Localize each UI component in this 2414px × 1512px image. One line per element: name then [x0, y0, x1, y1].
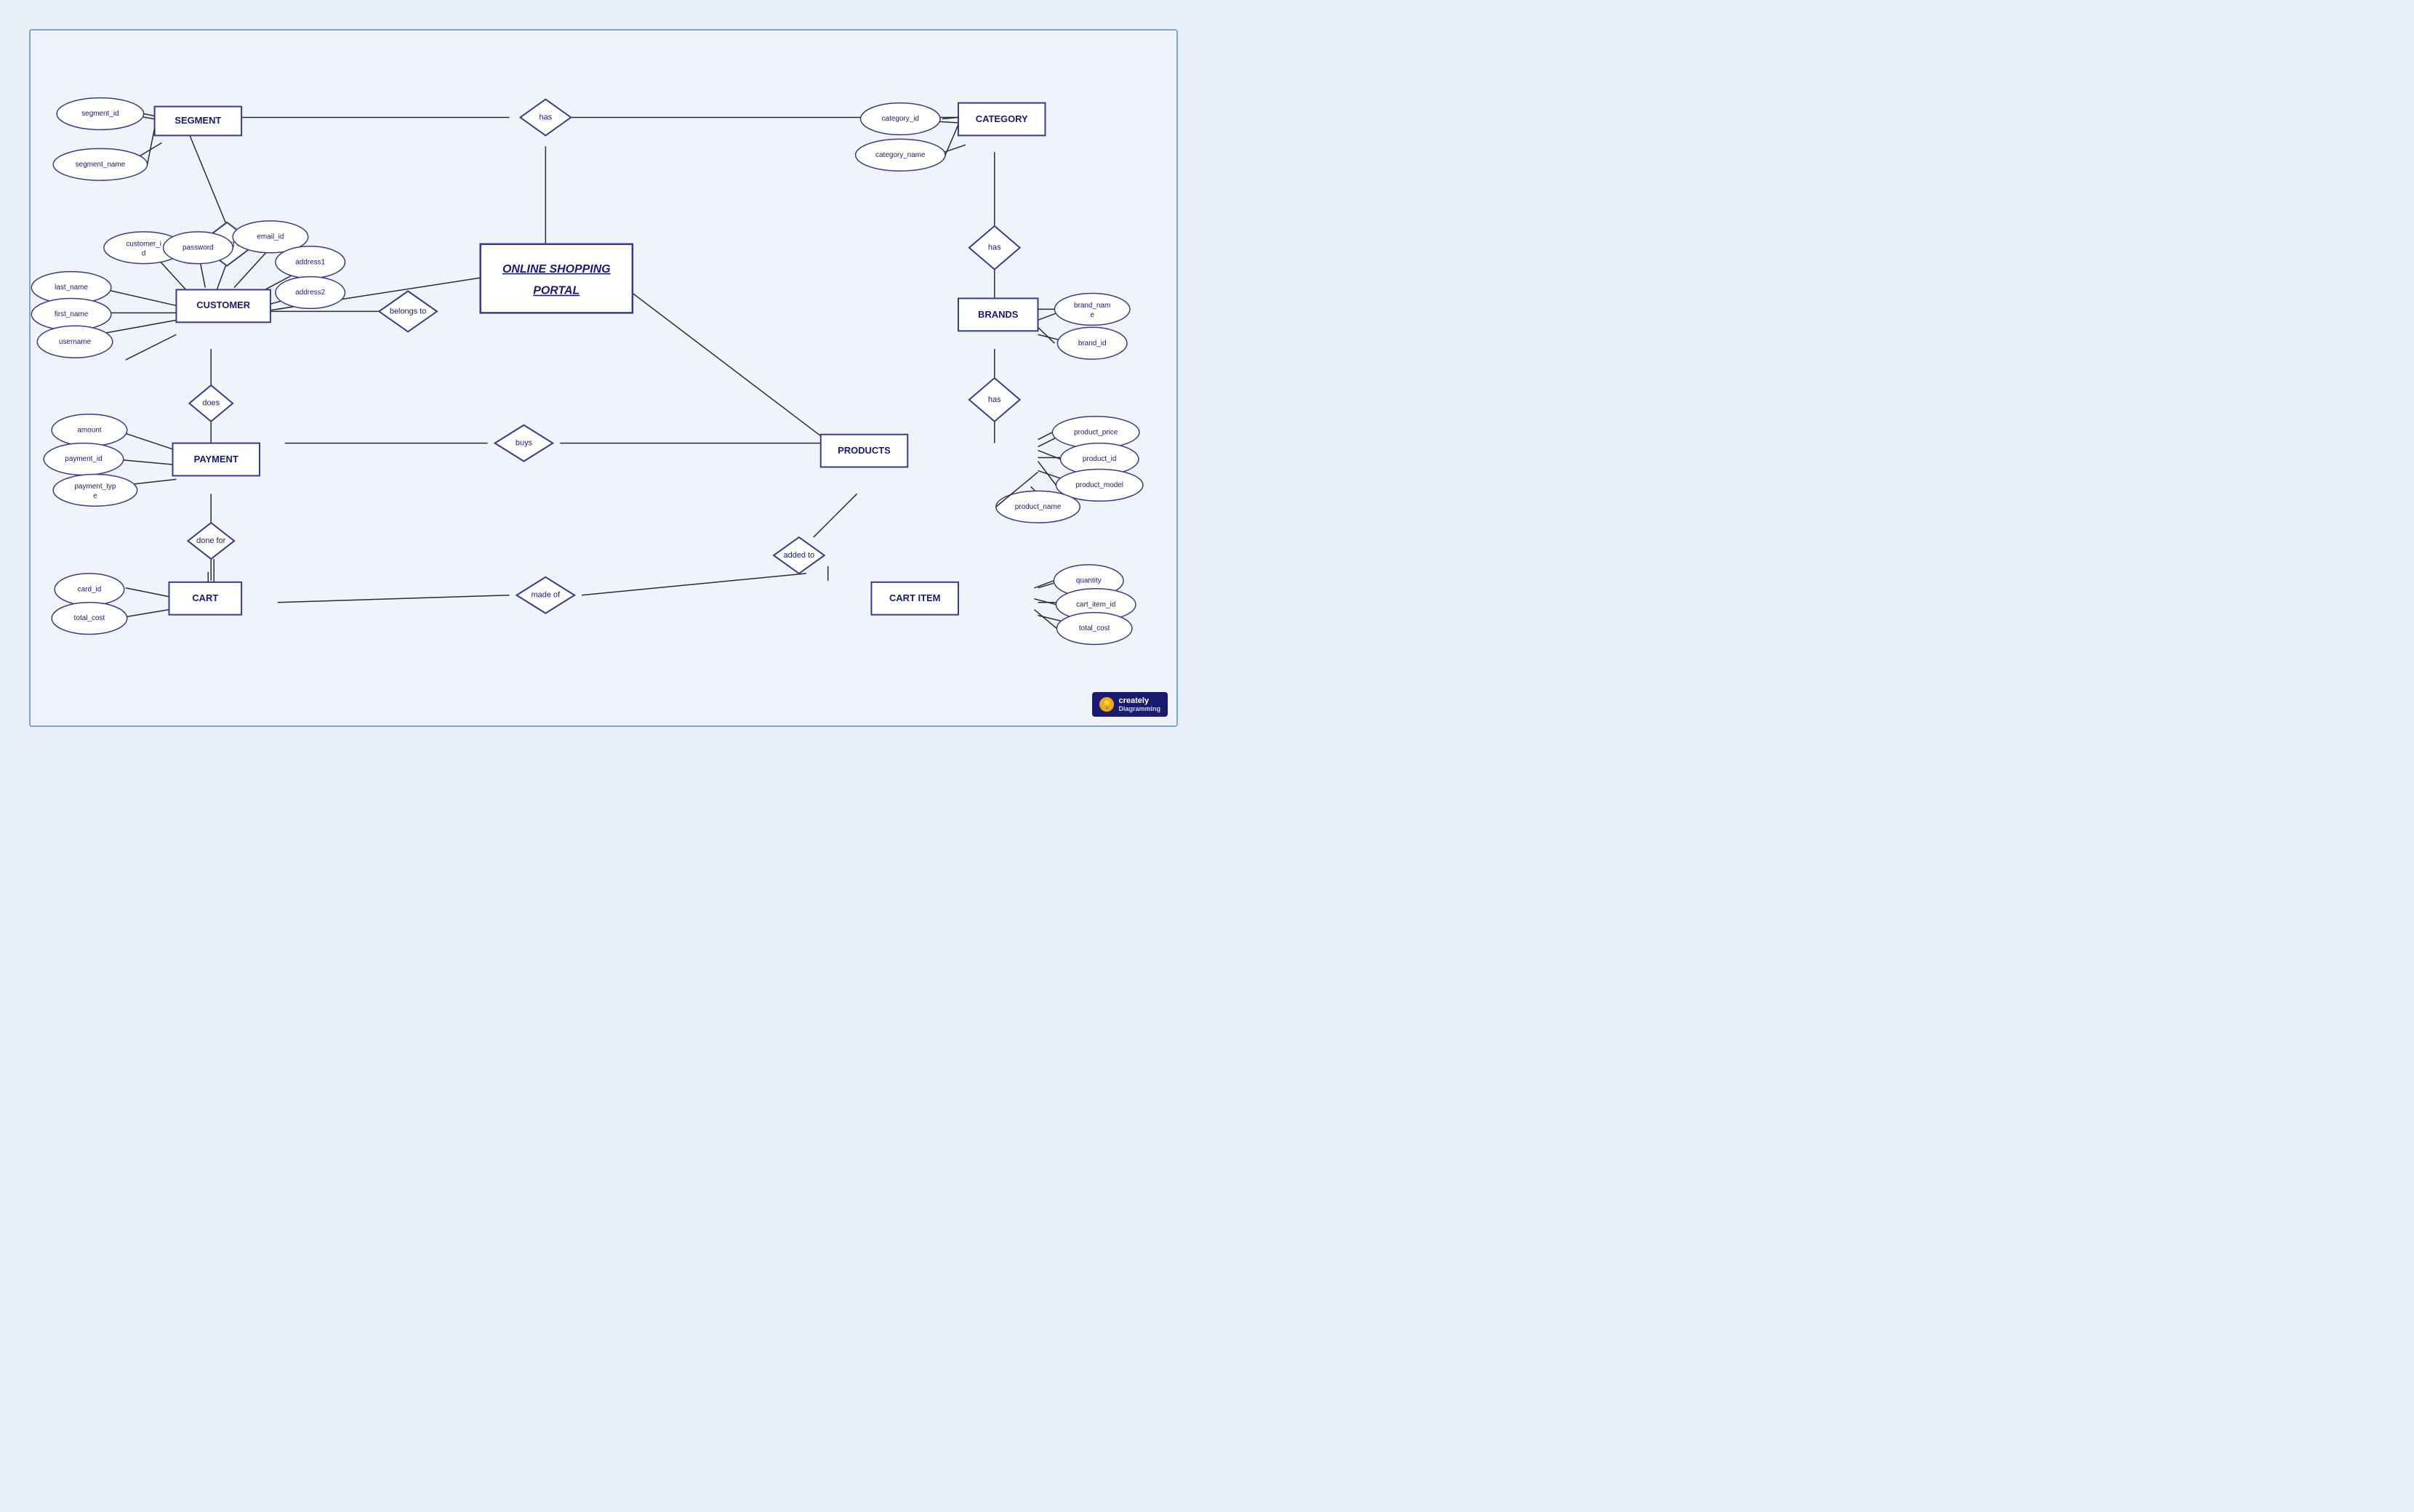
total-cost-cart-label: total_cost	[74, 614, 105, 622]
creately-logo: 💡 creately Diagramming	[1092, 692, 1168, 717]
cart-label: CART	[192, 592, 218, 603]
brand-id-label: brand_id	[1078, 339, 1107, 347]
category-label: CATEGORY	[976, 113, 1028, 124]
has-brands-label: has	[988, 244, 1001, 252]
belongs-to-label: belongs to	[390, 307, 426, 315]
payment-type-label: payment_typ	[74, 483, 116, 491]
central-label-2: PORTAL	[533, 285, 580, 297]
customer-label: CUSTOMER	[196, 299, 250, 310]
address2-label: address2	[295, 289, 325, 297]
product-model-label: product_model	[1075, 481, 1123, 489]
payment-label: PAYMENT	[194, 454, 238, 465]
made-of-label: made of	[532, 591, 561, 600]
added-to-label: added to	[784, 551, 815, 560]
amount-label: amount	[77, 426, 101, 434]
products-label: PRODUCTS	[838, 445, 891, 456]
quantity-label: quantity	[1076, 576, 1102, 584]
has-top-label: has	[540, 113, 553, 121]
username-label: username	[59, 338, 92, 346]
diagram-canvas: SEGMENT CUSTOMER PAYMENT CART CART ITEM …	[29, 29, 1178, 727]
central-entity	[481, 244, 633, 313]
card-id-label: card_id	[78, 585, 102, 593]
segment-id-label: segment_id	[81, 110, 119, 118]
has-products-label: has	[988, 395, 1001, 404]
category-name-label: category_name	[875, 151, 926, 159]
product-name-label: product_name	[1015, 503, 1062, 511]
customer-id-label: customer_i	[126, 240, 161, 248]
customer-id-label2: d	[142, 249, 146, 257]
category-id-label: category_id	[882, 115, 919, 123]
product-price-label: product_price	[1074, 428, 1118, 436]
buys-label: buys	[516, 439, 533, 448]
logo-brand: creately Diagramming	[1118, 696, 1160, 712]
does-label: does	[202, 399, 220, 408]
cart-item-id-label: cart_item_id	[1076, 600, 1115, 608]
central-label-1: ONLINE SHOPPING	[502, 263, 611, 276]
password-label: password	[183, 244, 214, 252]
last-name-label: last_name	[55, 284, 88, 291]
address1-label: address1	[295, 258, 325, 266]
first-name-label: first_name	[55, 310, 89, 318]
total-cost-item-label: total_cost	[1079, 624, 1110, 632]
product-id-label: product_id	[1083, 455, 1116, 463]
segment-label: SEGMENT	[175, 115, 221, 126]
brands-label: BRANDS	[978, 309, 1019, 320]
logo-icon: 💡	[1099, 697, 1114, 712]
brand-name-label2: e	[1090, 311, 1094, 319]
payment-id-label: payment_id	[65, 455, 102, 463]
email-id-label: email_id	[257, 233, 284, 241]
brand-name-label: brand_nam	[1074, 302, 1110, 310]
cart-item-label: CART ITEM	[889, 592, 940, 603]
payment-type-label2: e	[93, 492, 97, 500]
segment-name-label: segment_name	[76, 161, 126, 169]
done-for-label: done for	[196, 536, 225, 545]
